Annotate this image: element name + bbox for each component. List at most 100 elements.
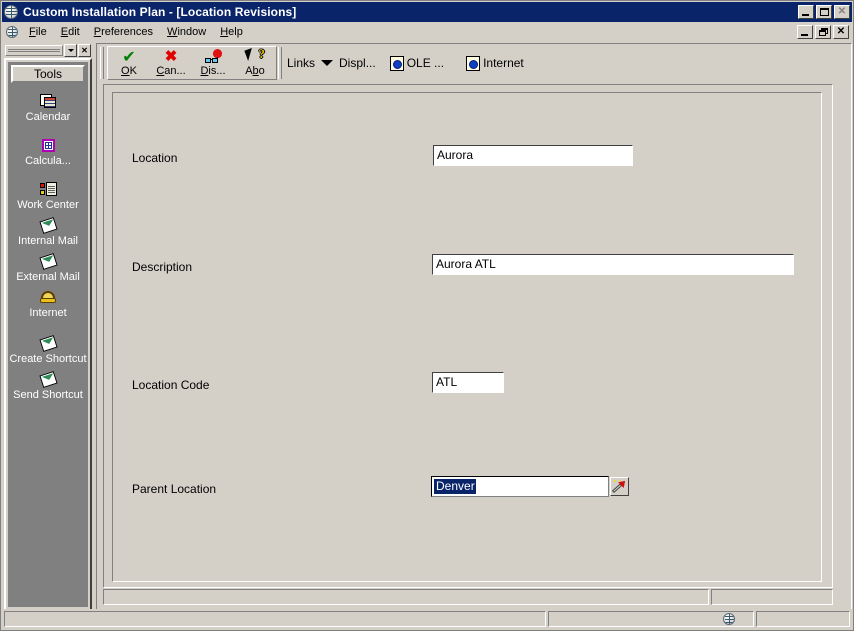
sidebar-item-label: External Mail <box>16 271 80 283</box>
status-pane-main <box>4 611 546 627</box>
cursor-question-icon: ? <box>244 47 265 65</box>
mdi-restore-button[interactable] <box>815 24 831 39</box>
phone-icon <box>40 289 56 305</box>
menu-item-file[interactable]: File <box>22 24 54 40</box>
ole-button[interactable]: OLE ... <box>386 46 448 80</box>
internet-button-label: Internet <box>483 56 524 70</box>
sidebar-inner: Tools Calendar Calcula... Work Center In… <box>8 62 88 607</box>
menu-item-help[interactable]: Help <box>213 24 250 40</box>
chevron-down-icon <box>67 49 74 52</box>
internet-button[interactable]: Internet <box>462 46 528 80</box>
sidebar-item-label: Work Center <box>17 199 79 211</box>
links-label[interactable]: Links <box>287 56 315 70</box>
sidebar-close-button[interactable]: ✕ <box>78 44 91 57</box>
restore-icon <box>818 27 828 36</box>
minimize-icon <box>802 14 809 16</box>
ok-button-label: OK <box>121 65 137 77</box>
window-title: Custom Installation Plan - [Location Rev… <box>23 5 297 19</box>
about-button[interactable]: ? Abo <box>234 47 276 79</box>
field-row-location-code: Location Code <box>132 378 209 392</box>
sidebar-item-send-shortcut[interactable]: Send Shortcut <box>8 370 88 401</box>
magic-wand-icon <box>611 477 628 494</box>
display-dropdown-label[interactable]: Displ... <box>339 56 376 70</box>
red-x-icon: ✖ <box>164 47 178 65</box>
sidebar-item-calendar[interactable]: Calendar <box>8 93 88 123</box>
mdi-client-area: ✔ OK ✖ Can... Dis... ? Abo Links Displ..… <box>96 43 852 611</box>
form-status-bar <box>103 589 833 605</box>
mdi-minimize-button[interactable] <box>797 24 813 39</box>
display-button[interactable]: Dis... <box>192 47 234 79</box>
description-input-wrap: Aurora ATL <box>432 254 794 275</box>
application-status-bar <box>2 609 852 629</box>
field-row-parent-location: Parent Location <box>132 482 216 496</box>
calendar-icon <box>39 93 57 109</box>
menu-bar: File Edit Preferences Window Help ✕ <box>2 22 852 41</box>
document-globe-icon <box>389 55 404 71</box>
status-pane-secondary <box>548 611 754 627</box>
form-toolbar: ✔ OK ✖ Can... Dis... ? Abo Links Displ..… <box>97 44 851 82</box>
sidebar-title: Tools <box>11 65 85 83</box>
toolbar-drag-grip-2[interactable] <box>278 47 282 79</box>
calculator-icon <box>41 137 55 153</box>
close-button[interactable]: ✕ <box>834 5 850 19</box>
maximize-button[interactable] <box>816 5 832 19</box>
glasses-balloon-icon <box>204 48 222 65</box>
sidebar-item-label: Send Shortcut <box>13 389 83 401</box>
minimize-button[interactable] <box>798 5 814 19</box>
app-globe-icon <box>4 5 18 19</box>
menu-item-edit[interactable]: Edit <box>54 24 87 40</box>
location-input-wrap: Aurora <box>433 145 633 166</box>
sidebar-item-label: Internal Mail <box>18 235 78 247</box>
sidebar-item-calculator[interactable]: Calcula... <box>8 137 88 167</box>
ok-button[interactable]: ✔ OK <box>108 47 150 79</box>
sidebar-header: ✕ <box>4 43 92 58</box>
status-pane-tertiary <box>756 611 850 627</box>
work-center-icon <box>39 181 57 197</box>
parent-location-input-wrap: Denver <box>431 476 629 497</box>
menu-item-preferences[interactable]: Preferences <box>87 24 160 40</box>
description-label: Description <box>132 260 193 274</box>
application-window: Custom Installation Plan - [Location Rev… <box>0 0 854 631</box>
form-status-pane-2 <box>711 589 833 605</box>
visual-assist-button[interactable] <box>610 477 629 496</box>
sidebar-item-work-center[interactable]: Work Center <box>8 181 88 211</box>
sidebar-item-external-mail[interactable]: External Mail <box>8 252 88 283</box>
sidebar-body: Tools Calendar Calcula... Work Center In… <box>4 58 92 611</box>
form-panel-outer: Location Aurora Description Aurora ATL L… <box>103 84 833 588</box>
close-icon: ✕ <box>837 6 847 17</box>
field-row-description: Description <box>132 260 192 274</box>
sidebar-item-create-shortcut[interactable]: Create Shortcut <box>8 334 88 365</box>
about-button-label: Abo <box>245 65 265 77</box>
toolbar-drag-grip[interactable] <box>100 47 104 79</box>
location-code-input[interactable]: ATL <box>432 372 504 393</box>
maximize-icon <box>819 8 829 16</box>
menu-item-window[interactable]: Window <box>160 24 213 40</box>
location-code-label: Location Code <box>132 378 210 392</box>
description-input[interactable]: Aurora ATL <box>432 254 794 275</box>
parent-location-input[interactable]: Denver <box>431 476 609 497</box>
field-row-location: Location <box>132 151 177 165</box>
sidebar-item-internal-mail[interactable]: Internal Mail <box>8 216 88 247</box>
triangle-down-icon[interactable] <box>321 60 334 66</box>
mdi-close-button[interactable]: ✕ <box>833 24 849 39</box>
cancel-button[interactable]: ✖ Can... <box>150 47 192 79</box>
sidebar-item-label: Calendar <box>25 111 71 123</box>
sidebar-dropdown-button[interactable] <box>64 44 77 57</box>
parent-location-label: Parent Location <box>132 482 217 496</box>
mdi-window-controls: ✕ <box>797 24 852 39</box>
window-controls: ✕ <box>798 5 850 19</box>
sidebar-item-internet[interactable]: Internet <box>8 289 88 319</box>
envelope-icon <box>38 370 58 388</box>
green-check-icon: ✔ <box>122 46 136 66</box>
minimize-icon <box>801 33 808 36</box>
tools-sidebar: ✕ Tools Calendar Calcula... Work Center … <box>4 43 92 611</box>
form-status-pane-1 <box>103 589 709 605</box>
envelope-icon <box>38 216 58 234</box>
sidebar-drag-grip[interactable] <box>5 45 63 56</box>
location-input[interactable]: Aurora <box>433 145 633 166</box>
links-group: Links Displ... <box>285 46 378 80</box>
location-label: Location <box>132 151 178 165</box>
envelope-icon <box>38 334 58 352</box>
sidebar-item-label: Create Shortcut <box>9 353 87 365</box>
form-panel: Location Aurora Description Aurora ATL L… <box>112 92 822 582</box>
